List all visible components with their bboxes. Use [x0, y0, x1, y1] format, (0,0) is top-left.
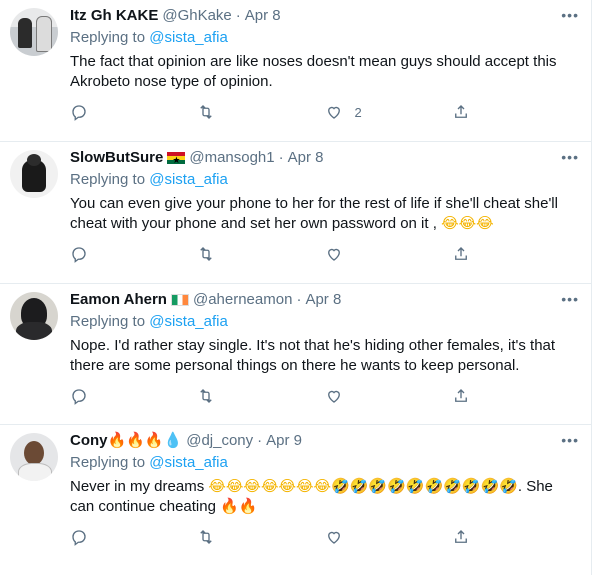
- reply-mention-link[interactable]: @sista_afia: [149, 313, 228, 330]
- tweet-actions: [70, 386, 579, 406]
- tweet-date[interactable]: Apr 8: [288, 148, 324, 168]
- replying-to: Replying to @sista_afia: [70, 170, 579, 190]
- like-button[interactable]: [325, 245, 452, 263]
- tweet-date[interactable]: Apr 8: [245, 6, 281, 26]
- display-name[interactable]: Eamon Ahern: [70, 290, 167, 310]
- like-icon: [327, 390, 340, 403]
- droplet-emoji: 💧: [163, 432, 183, 449]
- separator-dot: ·: [296, 291, 302, 308]
- like-icon: [327, 248, 340, 261]
- ireland-flag-icon: [170, 294, 189, 306]
- share-icon: [454, 105, 467, 118]
- retweet-icon: [200, 247, 212, 261]
- display-name[interactable]: Itz Gh KAKE: [70, 6, 158, 26]
- tweet-actions: 2: [70, 102, 579, 122]
- avatar[interactable]: [10, 8, 58, 56]
- retweet-button[interactable]: [197, 528, 324, 546]
- like-icon: [327, 106, 340, 119]
- rofl-emoji: 🤣🤣🤣🤣🤣🤣🤣🤣🤣🤣: [331, 478, 518, 495]
- reply-button[interactable]: [70, 387, 197, 405]
- reply-icon: [72, 389, 86, 405]
- retweet-button[interactable]: [197, 245, 324, 263]
- separator-dot: ·: [235, 7, 241, 24]
- replying-to-label: Replying to: [70, 171, 146, 188]
- share-button[interactable]: [452, 528, 579, 546]
- retweet-icon: [200, 389, 212, 403]
- share-button[interactable]: [452, 387, 579, 405]
- like-button[interactable]: 2: [325, 103, 452, 121]
- avatar[interactable]: [10, 433, 58, 481]
- reply-icon: [72, 247, 86, 263]
- tweet-header: SlowButSure @mansogh1 · Apr 8: [70, 148, 579, 170]
- tweet-body: Cony 🔥🔥🔥 💧 @dj_cony · Apr 9 Replying to …: [70, 431, 579, 575]
- tweet[interactable]: Eamon Ahern @aherneamon · Apr 8 Replying…: [0, 284, 591, 425]
- like-icon: [327, 531, 340, 544]
- display-name[interactable]: Cony: [70, 431, 108, 451]
- avatar[interactable]: [10, 292, 58, 340]
- reply-button[interactable]: [70, 528, 197, 546]
- replies-feed: Itz Gh KAKE @GhKake · Apr 8 Replying to …: [0, 0, 592, 575]
- user-handle[interactable]: @mansogh1: [189, 148, 274, 168]
- retweet-button[interactable]: [197, 387, 324, 405]
- more-icon[interactable]: •••: [561, 8, 579, 22]
- share-icon: [454, 530, 467, 543]
- more-icon[interactable]: •••: [561, 433, 579, 447]
- tweet-date[interactable]: Apr 8: [305, 290, 341, 310]
- tweet-actions: [70, 244, 579, 264]
- laughing-emoji: 😂😂😂: [441, 215, 494, 232]
- user-handle[interactable]: @aherneamon: [193, 290, 292, 310]
- share-icon: [454, 247, 467, 260]
- laughing-emoji: 😂😂😂😂😂😂😂: [208, 478, 332, 495]
- tweet-date[interactable]: Apr 9: [266, 431, 302, 451]
- ghana-flag-icon: [167, 150, 186, 170]
- replying-to: Replying to @sista_afia: [70, 28, 579, 48]
- reply-button[interactable]: [70, 245, 197, 263]
- reply-icon: [72, 105, 86, 121]
- tweet-header: Itz Gh KAKE @GhKake · Apr 8: [70, 6, 579, 26]
- tweet-text: The fact that opinion are like noses doe…: [70, 53, 557, 90]
- tweet-text-prefix: Never in my dreams: [70, 478, 205, 495]
- like-count: 2: [354, 104, 362, 120]
- tweet-actions: [70, 527, 579, 547]
- reply-icon: [72, 530, 86, 546]
- tweet-header: Cony 🔥🔥🔥 💧 @dj_cony · Apr 9: [70, 431, 579, 451]
- fire-emoji: 🔥🔥: [220, 498, 258, 515]
- like-button[interactable]: [325, 387, 452, 405]
- replying-to-label: Replying to: [70, 454, 146, 471]
- tweet-header: Eamon Ahern @aherneamon · Apr 8: [70, 290, 579, 310]
- tweet[interactable]: Itz Gh KAKE @GhKake · Apr 8 Replying to …: [0, 0, 591, 142]
- tweet[interactable]: SlowButSure @mansogh1 · Apr 8 Replying t…: [0, 142, 591, 284]
- display-name[interactable]: SlowButSure: [70, 148, 163, 168]
- retweet-icon: [200, 105, 212, 119]
- separator-dot: ·: [257, 432, 263, 449]
- reply-mention-link[interactable]: @sista_afia: [149, 454, 228, 471]
- reply-mention-link[interactable]: @sista_afia: [149, 171, 228, 188]
- replying-to: Replying to @sista_afia: [70, 453, 579, 473]
- share-button[interactable]: [452, 245, 579, 263]
- retweet-button[interactable]: [197, 103, 324, 121]
- like-button[interactable]: [325, 528, 452, 546]
- replying-to-label: Replying to: [70, 313, 146, 330]
- tweet-body: Itz Gh KAKE @GhKake · Apr 8 Replying to …: [70, 6, 579, 141]
- share-button[interactable]: [452, 103, 579, 121]
- avatar[interactable]: [10, 150, 58, 198]
- tweet-body: Eamon Ahern @aherneamon · Apr 8 Replying…: [70, 290, 579, 424]
- replying-to: Replying to @sista_afia: [70, 312, 579, 332]
- retweet-icon: [200, 530, 212, 544]
- more-icon[interactable]: •••: [561, 292, 579, 306]
- tweet-text: You can even give your phone to her for …: [70, 194, 579, 234]
- user-handle[interactable]: @dj_cony: [186, 431, 253, 451]
- fire-emoji: 🔥🔥🔥: [107, 432, 164, 449]
- tweet[interactable]: Cony 🔥🔥🔥 💧 @dj_cony · Apr 9 Replying to …: [0, 425, 591, 575]
- tweet-body: SlowButSure @mansogh1 · Apr 8 Replying t…: [70, 148, 579, 283]
- share-icon: [454, 389, 467, 402]
- reply-mention-link[interactable]: @sista_afia: [149, 29, 228, 46]
- more-icon[interactable]: •••: [561, 150, 579, 164]
- user-handle[interactable]: @GhKake: [162, 6, 231, 26]
- separator-dot: ·: [278, 149, 284, 166]
- replying-to-label: Replying to: [70, 29, 146, 46]
- tweet-text: Never in my dreams 😂😂😂😂😂😂😂🤣🤣🤣🤣🤣🤣🤣🤣🤣🤣. Sh…: [70, 477, 579, 517]
- tweet-text: Nope. I'd rather stay single. It's not t…: [70, 337, 556, 374]
- reply-button[interactable]: [70, 103, 197, 121]
